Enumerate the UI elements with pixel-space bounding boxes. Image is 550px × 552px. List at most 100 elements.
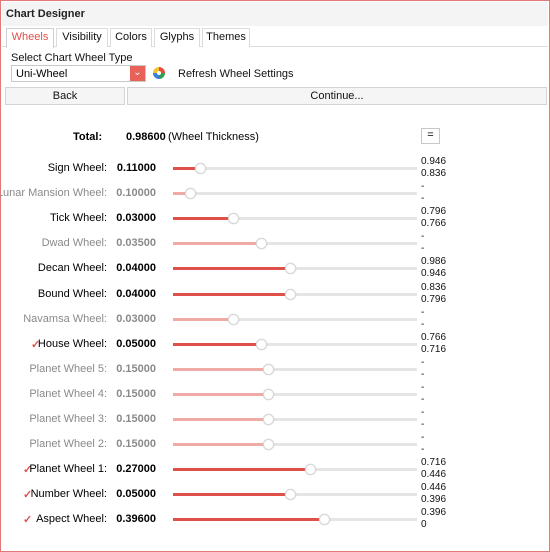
wheel-thickness-note: (Wheel Thickness) — [168, 131, 259, 143]
wheel-name: Bound Wheel: — [37, 287, 107, 300]
slider-thumb[interactable] — [285, 263, 297, 275]
slider-thumb[interactable] — [194, 163, 206, 174]
chevron-down-icon[interactable]: ⌄ — [130, 66, 145, 81]
checkbox-checked-icon[interactable]: ✓ — [23, 513, 32, 526]
slider-thumb[interactable] — [263, 388, 275, 400]
wheel-thickness-slider[interactable] — [173, 514, 417, 526]
wheel-thickness-slider[interactable] — [173, 238, 417, 250]
slider-fill — [173, 367, 269, 371]
wheel-thickness-slider[interactable] — [173, 313, 417, 325]
wheel-name: Dwad Wheel: — [41, 237, 107, 250]
wheel-range-inner: 0 — [421, 519, 427, 531]
tab-themes[interactable]: Themes — [202, 28, 250, 47]
wheel-range-outer: 0.796 — [421, 206, 447, 218]
wheel-value: 0.04000 — [116, 287, 156, 300]
wheel-thickness-slider[interactable] — [173, 388, 417, 400]
wheel-name: Decan Wheel: — [37, 262, 107, 275]
wheel-thickness-slider[interactable] — [173, 464, 417, 476]
wheel-thickness-slider[interactable] — [173, 263, 417, 275]
wheel-range-outer: 0.766 — [421, 331, 447, 343]
wheel-range-inner: 0.396 — [421, 494, 447, 506]
tab-visibility[interactable]: Visibility — [56, 28, 108, 47]
wheel-range-inner: - — [421, 444, 425, 456]
wheel-row: Planet Wheel 2: 0.15000 - - — [1, 432, 550, 457]
wheel-thickness-slider[interactable] — [173, 489, 417, 501]
wheel-range-inner: 0.446 — [421, 469, 447, 481]
tab-wheels[interactable]: Wheels — [6, 28, 54, 48]
slider-fill — [173, 267, 291, 271]
slider-thumb[interactable] — [319, 514, 331, 526]
tab-bar: Wheels Visibility Colors Glyphs Themes — [2, 28, 548, 48]
slider-thumb[interactable] — [185, 188, 197, 200]
wheel-range-outer: 0.946 — [421, 156, 447, 167]
wheel-thickness-slider[interactable] — [173, 213, 417, 225]
wheel-value: 0.15000 — [116, 387, 156, 400]
wheel-type-select[interactable]: Uni-Wheel ⌄ — [11, 65, 146, 82]
slider-thumb[interactable] — [285, 489, 297, 501]
equalize-button[interactable]: = — [421, 128, 440, 144]
wheel-type-label: Select Chart Wheel Type — [11, 52, 133, 64]
slider-fill — [173, 217, 233, 221]
wheel-value: 0.10000 — [116, 187, 156, 200]
wheel-range-inner: - — [421, 193, 425, 205]
wheel-range-inner: 0.716 — [421, 343, 447, 355]
slider-fill — [173, 443, 269, 447]
slider-fill — [173, 518, 325, 522]
wheel-thickness-slider[interactable] — [173, 288, 417, 300]
wheel-range-outer: 0.446 — [421, 482, 447, 494]
slider-thumb[interactable] — [285, 288, 297, 300]
back-button[interactable]: Back — [5, 87, 125, 105]
wheel-row: ✓ Number Wheel: 0.05000 0.446 0.396 — [1, 482, 550, 507]
wheel-range-outer: - — [421, 432, 425, 444]
tab-colors[interactable]: Colors — [110, 28, 152, 47]
wheel-range-outer: 0.716 — [421, 457, 447, 469]
wheel-thickness-slider[interactable] — [173, 439, 417, 451]
wheel-name: Tick Wheel: — [49, 212, 107, 225]
wheel-name: Planet Wheel 3: — [29, 413, 107, 425]
wheel-range-inner: - — [421, 318, 425, 330]
wheel-value: 0.15000 — [116, 362, 156, 375]
wheel-thickness-slider[interactable] — [173, 188, 417, 200]
wheel-row: Tick Wheel: 0.03000 0.796 0.766 — [1, 206, 550, 231]
slider-thumb[interactable] — [263, 439, 275, 451]
wheel-row: ✓ House Wheel: 0.05000 0.766 0.716 — [1, 332, 550, 357]
wheel-row: Planet Wheel 3: 0.15000 - - — [1, 407, 550, 432]
wheel-name: Lunar Mansion Wheel: — [0, 187, 107, 200]
wheel-thickness-slider[interactable] — [173, 338, 417, 350]
total-value: 0.98600 — [126, 131, 166, 143]
wheel-range-outer: - — [421, 407, 425, 418]
window-title: Chart Designer — [2, 2, 548, 26]
tab-glyphs[interactable]: Glyphs — [154, 28, 200, 47]
wheel-range-outer: - — [421, 306, 425, 318]
slider-fill — [173, 317, 233, 321]
refresh-wheel-settings-link[interactable]: Refresh Wheel Settings — [178, 68, 294, 80]
slider-thumb[interactable] — [227, 213, 239, 225]
continue-button[interactable]: Continue... — [127, 87, 547, 105]
wheel-range-outer: 0.396 — [421, 507, 447, 519]
slider-thumb[interactable] — [263, 363, 275, 375]
wheel-range-outer: - — [421, 181, 425, 193]
wheel-name: House Wheel: — [37, 337, 107, 350]
wheel-thickness-slider[interactable] — [173, 414, 417, 425]
wheel-name: Number Wheel: — [30, 488, 107, 501]
slider-fill — [173, 242, 261, 246]
wheel-row: Lunar Mansion Wheel: 0.10000 - - — [0, 181, 550, 206]
wheel-name: Navamsa Wheel: — [23, 312, 107, 325]
slider-thumb[interactable] — [304, 464, 316, 476]
wheel-row: ✓ Planet Wheel 1: 0.27000 0.716 0.446 — [1, 457, 550, 482]
slider-thumb[interactable] — [227, 313, 239, 325]
slider-fill — [173, 392, 269, 396]
wheel-value: 0.05000 — [116, 488, 156, 501]
refresh-wheel-icon[interactable] — [152, 66, 166, 80]
slider-thumb[interactable] — [263, 414, 275, 425]
wheel-thickness-slider[interactable] — [173, 163, 417, 174]
slider-fill — [173, 418, 269, 421]
slider-thumb[interactable] — [255, 338, 267, 350]
slider-fill — [173, 468, 310, 472]
wheel-name: Planet Wheel 4: — [29, 387, 107, 400]
slider-thumb[interactable] — [255, 238, 267, 250]
wheel-row: ✓ Aspect Wheel: 0.39600 0.396 0 — [1, 507, 550, 532]
wheel-range-inner: 0.946 — [421, 268, 447, 280]
wheel-value: 0.27000 — [116, 463, 156, 476]
wheel-thickness-slider[interactable] — [173, 363, 417, 375]
